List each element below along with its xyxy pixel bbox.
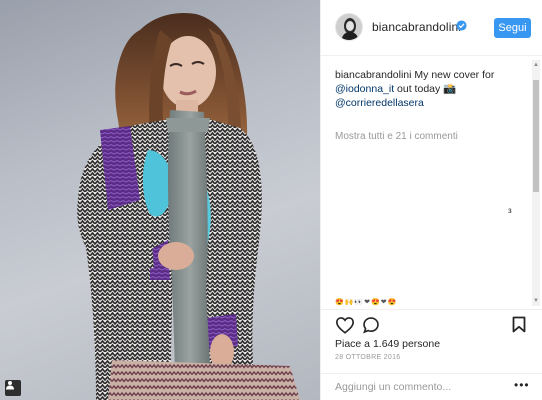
post-photo[interactable] <box>0 0 320 400</box>
post-side-panel: biancabrandolini Segui biancabrandolini … <box>320 0 542 400</box>
heart-icon[interactable] <box>335 316 355 334</box>
more-options-button[interactable]: ••• <box>514 379 530 391</box>
cut-off-comment-emoji: 😍🙌👀❤😍❤😍 <box>335 299 398 306</box>
post-actions: Piace a 1.649 persone 28 OTTOBRE 2016 <box>321 309 542 373</box>
username-link[interactable]: biancabrandolini <box>372 20 461 34</box>
photo-illustration <box>77 12 300 400</box>
verified-badge-icon <box>456 20 467 31</box>
likes-count[interactable]: Piace a 1.649 persone <box>335 338 440 350</box>
bookmark-icon[interactable] <box>512 316 526 333</box>
caption-mention-iodonna[interactable]: @iodonna_it <box>335 83 394 95</box>
post-date: 28 OTTOBRE 2016 <box>335 354 401 361</box>
tag-people-button[interactable] <box>5 380 21 396</box>
caption-username[interactable]: biancabrandolini <box>335 69 411 81</box>
caption-text-mid: out today 📸 <box>394 83 457 95</box>
view-all-comments-link[interactable]: Mostra tutti e 21 i commenti <box>335 131 458 142</box>
avatar[interactable] <box>335 13 363 41</box>
comments-area: biancabrandolini My new cover for @iodon… <box>321 57 542 309</box>
scroll-up-arrow-icon[interactable]: ▲ <box>533 62 539 68</box>
post-caption: biancabrandolini My new cover for @iodon… <box>335 68 523 110</box>
add-comment-section: ••• <box>321 373 542 400</box>
person-tag-icon <box>6 381 14 390</box>
partial-comment-glyph: з <box>508 206 512 215</box>
caption-text: My new cover for <box>411 69 495 81</box>
follow-button[interactable]: Segui <box>494 18 531 38</box>
caption-mention-corriere[interactable]: @corrieredellasera <box>335 97 424 109</box>
comments-scrollbar-thumb[interactable] <box>533 80 539 192</box>
add-comment-input[interactable] <box>335 379 495 395</box>
avatar-image <box>336 14 362 40</box>
post-header: biancabrandolini Segui <box>321 0 542 56</box>
scroll-down-arrow-icon[interactable]: ▼ <box>533 298 539 304</box>
comment-bubble-icon[interactable] <box>362 316 380 334</box>
